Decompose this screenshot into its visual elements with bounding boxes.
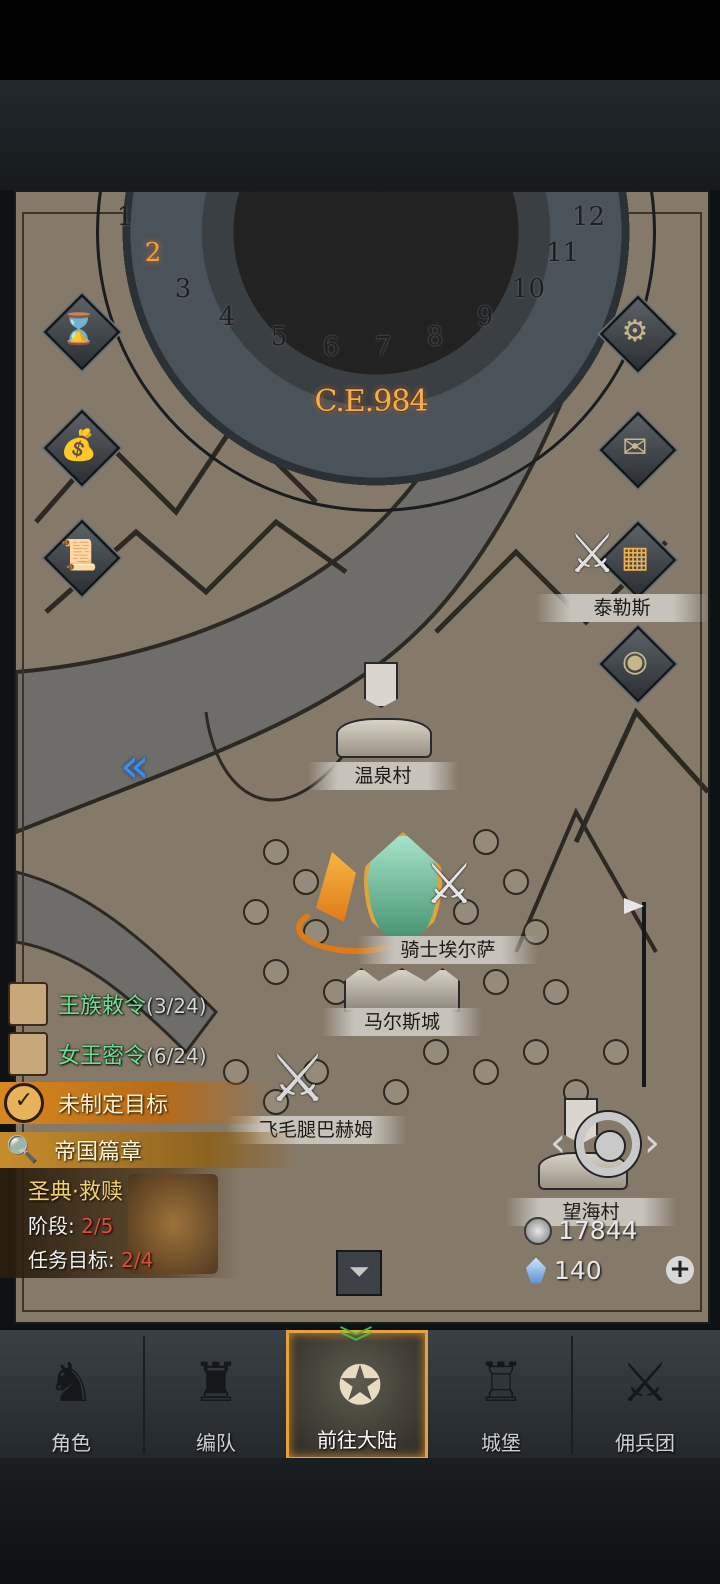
tab-label: 前往大陆 <box>317 1428 397 1452</box>
hourglass-icon: ⌛ <box>60 311 98 347</box>
month-1: 1 <box>116 202 134 232</box>
tab-mercenary[interactable]: ⚔ 佣兵团 <box>574 1330 716 1460</box>
scroll-icon <box>8 982 48 1026</box>
city-icon[interactable] <box>344 968 460 1012</box>
coin-icon: ◉ <box>621 643 649 679</box>
stage-label: 阶段: <box>28 1214 75 1238</box>
tab-character[interactable]: ♞ 角色 <box>0 1330 142 1460</box>
tab-label: 城堡 <box>481 1431 521 1455</box>
target-check-icon: ✓ <box>4 1083 44 1123</box>
scroll-button[interactable]: 📜 <box>43 519 121 597</box>
tab-label: 佣兵团 <box>615 1431 675 1455</box>
chapter-card[interactable]: 圣典·救赎 阶段: 2/5 任务目标: 2/4 <box>0 1168 240 1278</box>
stage-value: 2/5 <box>81 1214 114 1238</box>
scroll-icon: 📜 <box>60 537 98 573</box>
month-7: 7 <box>374 332 392 362</box>
quest-queen-order[interactable]: 女王密令(6/24) <box>0 1032 207 1076</box>
tab-divider <box>571 1336 573 1454</box>
quest-count: (3/24) <box>146 994 207 1018</box>
helmet-icon: ♜ <box>191 1351 241 1414</box>
tab-formation[interactable]: ♜ 编队 <box>145 1330 287 1460</box>
top-bar <box>0 0 720 190</box>
scroll-left-arrow-icon[interactable]: « <box>120 738 149 794</box>
location-hot-spring-village[interactable]: 温泉村 <box>308 762 458 790</box>
month-8: 8 <box>426 322 444 352</box>
month-12: 12 <box>572 202 606 232</box>
month-11: 11 <box>546 238 580 268</box>
treasure-button[interactable]: ◉ <box>599 625 677 703</box>
quest-title: 王族敕令 <box>58 994 147 1019</box>
month-3: 3 <box>174 274 192 304</box>
silver-amount: 17844 <box>558 1216 638 1245</box>
next-arrow-icon[interactable]: › <box>644 1120 660 1166</box>
quest-title: 女王密令 <box>58 1044 147 1069</box>
month-5: 5 <box>270 322 288 352</box>
month-10: 10 <box>512 274 546 304</box>
crossed-swords-icon[interactable]: ⚔ <box>268 1040 327 1117</box>
compass-icon: ✪ <box>337 1354 383 1417</box>
village-flag <box>364 662 398 708</box>
quest-label: 王族敕令(3/24) <box>58 988 207 1020</box>
crystal-icon <box>526 1257 546 1284</box>
knight-icon: ♞ <box>46 1351 96 1414</box>
crossed-swords-icon[interactable]: ⚔ <box>424 852 474 917</box>
settings-button[interactable]: ⚙ <box>599 295 677 373</box>
bottom-bar <box>0 1458 720 1584</box>
prev-arrow-icon[interactable]: ‹ <box>550 1120 566 1166</box>
location-taylors[interactable]: 泰勒斯 <box>536 594 708 622</box>
magnifier-icon: 🔍 <box>6 1135 39 1165</box>
quest-label: 女王密令(6/24) <box>58 1038 207 1070</box>
bag-button[interactable]: 💰 <box>43 409 121 487</box>
month-4: 4 <box>218 302 236 332</box>
target-value: 2/4 <box>121 1248 154 1272</box>
collapse-button[interactable]: ⏷ <box>336 1250 382 1296</box>
castle-icon: ♖ <box>476 1351 526 1414</box>
month-6: 6 <box>322 332 340 362</box>
month-9: 9 <box>476 302 494 332</box>
goal-label: 未制定目标 <box>58 1093 169 1118</box>
year-label: C.E.984 <box>314 384 428 419</box>
tab-label: 角色 <box>51 1431 91 1455</box>
envelope-icon: ✉ <box>622 429 648 465</box>
tab-castle[interactable]: ♖ 城堡 <box>430 1330 572 1460</box>
locate-target-center <box>594 1130 626 1162</box>
add-currency-button[interactable]: + <box>666 1256 694 1284</box>
goal-bar[interactable]: ✓ 未制定目标 <box>0 1082 270 1124</box>
location-mars-city[interactable]: 马尔斯城 <box>322 1008 482 1036</box>
chevron-down-icon: ⏷ <box>348 1257 370 1287</box>
hourglass-button[interactable]: ⌛ <box>43 293 121 371</box>
crossed-swords-icon[interactable]: ⚔ <box>568 522 628 585</box>
bottom-nav: ♞ 角色 ♜ 编队 ︾ ✪ 前往大陆 ♖ 城堡 ⚔ 佣兵团 <box>0 1327 720 1460</box>
chapter-subtitle: 圣典·救赎 <box>28 1180 123 1205</box>
target-row: 任务目标: 2/4 <box>28 1244 153 1273</box>
plus-icon: + <box>669 1254 691 1284</box>
silver-currency: 17844 <box>524 1216 638 1245</box>
silver-coin-icon <box>524 1216 552 1245</box>
gear-icon: ⚙ <box>621 313 649 349</box>
quest-royal-decree[interactable]: 王族敕令(3/24) <box>0 982 207 1026</box>
sword-icon: ⚔ <box>620 1351 670 1414</box>
chapter-title: 帝国篇章 <box>54 1140 143 1165</box>
chapter-bar[interactable]: 🔍 帝国篇章 <box>0 1132 300 1168</box>
month-2: 2 <box>144 238 162 268</box>
crystal-amount: 140 <box>554 1256 602 1285</box>
money-bag-icon: 💰 <box>60 427 98 463</box>
stage-row: 阶段: 2/5 <box>28 1210 113 1239</box>
quest-count: (6/24) <box>146 1044 207 1068</box>
scroll-icon <box>8 1032 48 1076</box>
location-knight[interactable]: 骑士埃尔萨 <box>358 936 538 964</box>
crystal-currency: 140 <box>526 1256 602 1285</box>
target-label: 任务目标: <box>28 1248 115 1272</box>
mail-button[interactable]: ✉ <box>599 411 677 489</box>
village-icon[interactable] <box>336 718 432 758</box>
tab-label: 编队 <box>196 1431 236 1455</box>
tab-continent[interactable]: ︾ ✪ 前往大陆 <box>286 1327 428 1460</box>
